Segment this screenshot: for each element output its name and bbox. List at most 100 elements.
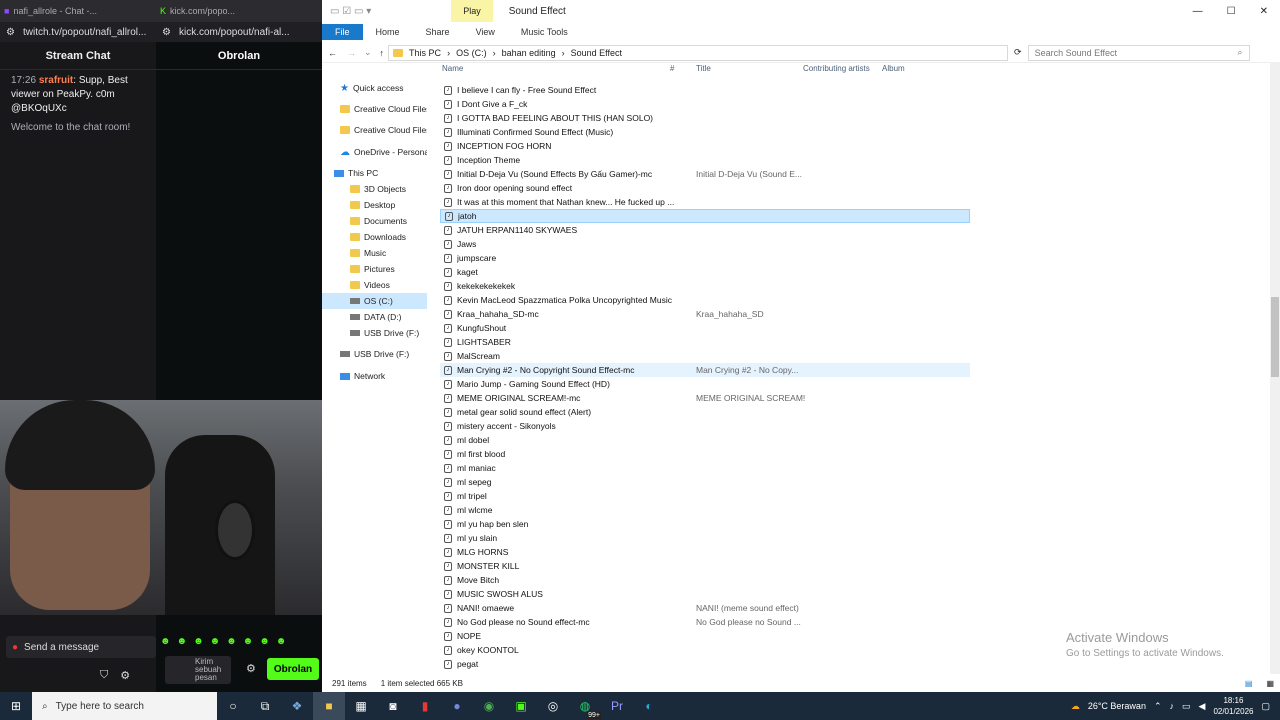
nav-item[interactable]: 3D Objects bbox=[322, 181, 406, 197]
nav-item[interactable]: ☁ OneDrive - Personal bbox=[322, 144, 427, 160]
emote-icon[interactable]: ☻ bbox=[177, 636, 188, 650]
close-button[interactable]: ✕ bbox=[1248, 6, 1280, 17]
twitch-chat-input[interactable]: ● Send a message bbox=[6, 636, 156, 658]
file-row[interactable]: ♪ ml tripel bbox=[440, 489, 970, 503]
file-row[interactable]: ♪ MalScream bbox=[440, 349, 970, 363]
cortana-icon[interactable]: ○ bbox=[217, 692, 249, 720]
address-bar[interactable]: This PC › OS (C:) › bahan editing › Sound E… bbox=[388, 44, 1009, 61]
file-row[interactable]: ♪ Iron door opening sound effect bbox=[440, 181, 970, 195]
file-row[interactable]: ♪ ml wlcme bbox=[440, 503, 970, 517]
file-row[interactable]: ♪ jumpscare bbox=[440, 251, 970, 265]
obs-icon[interactable]: ◎ bbox=[537, 692, 569, 720]
taskbar-search[interactable]: ⌕ Type here to search bbox=[32, 692, 217, 720]
nav-item[interactable]: Music bbox=[322, 245, 386, 261]
details-view-icon[interactable]: ▤ bbox=[1245, 679, 1253, 688]
file-row[interactable]: ♪ Man Crying #2 - No Copyright Sound Effe… bbox=[440, 363, 970, 377]
nav-item[interactable]: Videos bbox=[322, 277, 390, 293]
maximize-button[interactable]: ☐ bbox=[1215, 6, 1248, 17]
twitch-url-bar[interactable]: ⚙ twitch.tv/popout/nafi_allrol... bbox=[0, 22, 156, 42]
emote-icon[interactable]: ☻ bbox=[259, 636, 270, 650]
file-row[interactable]: ♪ Kraa_hahaha_SD-mc Kraa_hahaha_SD bbox=[440, 307, 970, 321]
nav-item[interactable]: Pictures bbox=[322, 261, 395, 277]
nav-item[interactable]: DATA (D:) bbox=[322, 309, 401, 325]
file-row[interactable]: ♪ MONSTER KILL bbox=[440, 559, 970, 573]
file-row[interactable]: ♪ Jaws bbox=[440, 237, 970, 251]
file-row[interactable]: ♪ Mario Jump - Gaming Sound Effect (HD) bbox=[440, 377, 970, 391]
breadcrumb-os-c[interactable]: OS (C:) bbox=[456, 48, 487, 58]
kick-app-icon[interactable]: ▣ bbox=[505, 692, 537, 720]
file-row[interactable]: ♪ ml yu slain bbox=[440, 531, 970, 545]
file-row[interactable]: ♪ metal gear solid sound effect (Alert) bbox=[440, 405, 970, 419]
file-row[interactable]: ♪ No God please no Sound effect-mc No God … bbox=[440, 615, 970, 629]
file-row[interactable]: ♪ LIGHTSABER bbox=[440, 335, 970, 349]
kick-url[interactable]: kick.com/popout/nafi-al... bbox=[179, 27, 290, 38]
media-app-icon[interactable]: ▮ bbox=[409, 692, 441, 720]
tab-view[interactable]: View bbox=[463, 27, 508, 37]
copilot-icon[interactable]: ❖ bbox=[281, 692, 313, 720]
column-title[interactable]: Title bbox=[696, 64, 711, 73]
gear-icon[interactable]: ⚙ bbox=[120, 669, 130, 682]
search-box[interactable]: Search Sound Effect ⌕ bbox=[1027, 44, 1250, 61]
kick-chat-input[interactable]: Kirim sebuah pesan bbox=[165, 656, 231, 684]
chrome-icon[interactable]: ◉ bbox=[473, 692, 505, 720]
file-row[interactable]: ♪ MEME ORIGINAL SCREAM!-mc MEME ORIGINAL S… bbox=[440, 391, 970, 405]
breadcrumb-this-pc[interactable]: This PC bbox=[409, 48, 441, 58]
nav-item[interactable]: ★ Quick access bbox=[322, 80, 404, 96]
file-row[interactable]: ♪ KungfuShout bbox=[440, 321, 970, 335]
file-row[interactable]: ♪ JATUH ERPAN1140 SKYWAES bbox=[440, 223, 970, 237]
emote-icon[interactable]: ☻ bbox=[243, 636, 254, 650]
microphone-icon[interactable]: ♪ bbox=[1170, 701, 1175, 711]
file-row[interactable]: ♪ ml yu hap ben slen bbox=[440, 517, 970, 531]
kick-tab-title[interactable]: kick.com/popo... bbox=[170, 6, 235, 16]
forward-icon[interactable]: → bbox=[343, 48, 360, 58]
file-row[interactable]: ♪ Move Bitch bbox=[440, 573, 970, 587]
nav-item[interactable]: USB Drive (F:) bbox=[322, 346, 409, 362]
nav-item[interactable]: Desktop bbox=[322, 197, 395, 213]
notifications-icon[interactable]: ▢ bbox=[1261, 701, 1270, 712]
start-button[interactable]: ⊞ bbox=[0, 692, 32, 720]
file-row[interactable]: ♪ kaget bbox=[440, 265, 970, 279]
file-row[interactable]: ♪ It was at this moment that Nathan knew.… bbox=[440, 195, 970, 209]
large-icons-view-icon[interactable]: ▦ bbox=[1266, 679, 1274, 688]
nav-item[interactable]: Downloads bbox=[322, 229, 406, 245]
file-row[interactable]: ♪ I Dont Give a F_ck bbox=[440, 97, 970, 111]
file-row[interactable]: ♪ Inception Theme bbox=[440, 153, 970, 167]
emote-icon[interactable]: ☻ bbox=[160, 636, 171, 650]
twitch-tab-title[interactable]: nafi_allrole - Chat -... bbox=[13, 6, 97, 16]
file-row[interactable]: ♪ mistery accent - Sikonyols bbox=[440, 419, 970, 433]
up-icon[interactable]: ↑ bbox=[376, 48, 389, 58]
recent-icon[interactable]: ⌄ bbox=[360, 47, 376, 58]
file-row[interactable]: ♪ jatoh bbox=[440, 209, 970, 223]
kick-send-button[interactable]: Obrolan bbox=[267, 658, 319, 680]
minimize-button[interactable]: — bbox=[1181, 6, 1215, 17]
shield-icon[interactable]: ⛉ bbox=[100, 669, 108, 682]
file-row[interactable]: ♪ ml maniac bbox=[440, 461, 970, 475]
twitch-url[interactable]: twitch.tv/popout/nafi_allrol... bbox=[23, 27, 146, 38]
whatsapp-icon[interactable]: ◍ 99+ bbox=[569, 692, 601, 720]
chat-username[interactable]: srafruit bbox=[39, 75, 73, 86]
emote-icon[interactable]: ☻ bbox=[276, 636, 287, 650]
site-settings-icon[interactable]: ⚙ bbox=[162, 27, 171, 38]
file-row[interactable]: ♪ NOPE bbox=[440, 629, 970, 643]
file-row[interactable]: ♪ kekekekekekek bbox=[440, 279, 970, 293]
tab-music-tools[interactable]: Music Tools bbox=[508, 27, 581, 37]
column-album[interactable]: Album bbox=[882, 64, 905, 73]
file-row[interactable]: ♪ MLG HORNS bbox=[440, 545, 970, 559]
nav-item[interactable]: Creative Cloud Files P bbox=[322, 122, 427, 138]
nav-item[interactable]: This PC bbox=[322, 165, 378, 181]
file-row[interactable]: ♪ MUSIC SWOSH ALUS bbox=[440, 587, 970, 601]
tab-home[interactable]: Home bbox=[363, 27, 413, 37]
play-contextual-tab[interactable]: Play bbox=[451, 0, 493, 22]
file-row[interactable]: ♪ ml first blood bbox=[440, 447, 970, 461]
column-contributing-artists[interactable]: Contributing artists bbox=[803, 64, 870, 73]
clock[interactable]: 18:16 02/01/2026 bbox=[1213, 695, 1253, 717]
premiere-pro-icon[interactable]: Pr bbox=[601, 692, 633, 720]
emote-icon[interactable]: ☻ bbox=[210, 636, 221, 650]
emote-icon[interactable]: ☻ bbox=[226, 636, 237, 650]
kick-url-bar[interactable]: ⚙ kick.com/popout/nafi-al... bbox=[156, 22, 322, 42]
file-row[interactable]: ♪ INCEPTION FOG HORN bbox=[440, 139, 970, 153]
app-icon[interactable]: ◙ bbox=[377, 692, 409, 720]
tab-file[interactable]: File bbox=[322, 24, 363, 40]
file-explorer-taskbar-icon[interactable]: ■ bbox=[313, 692, 345, 720]
show-hidden-icons-icon[interactable]: ⌃ bbox=[1154, 701, 1162, 712]
